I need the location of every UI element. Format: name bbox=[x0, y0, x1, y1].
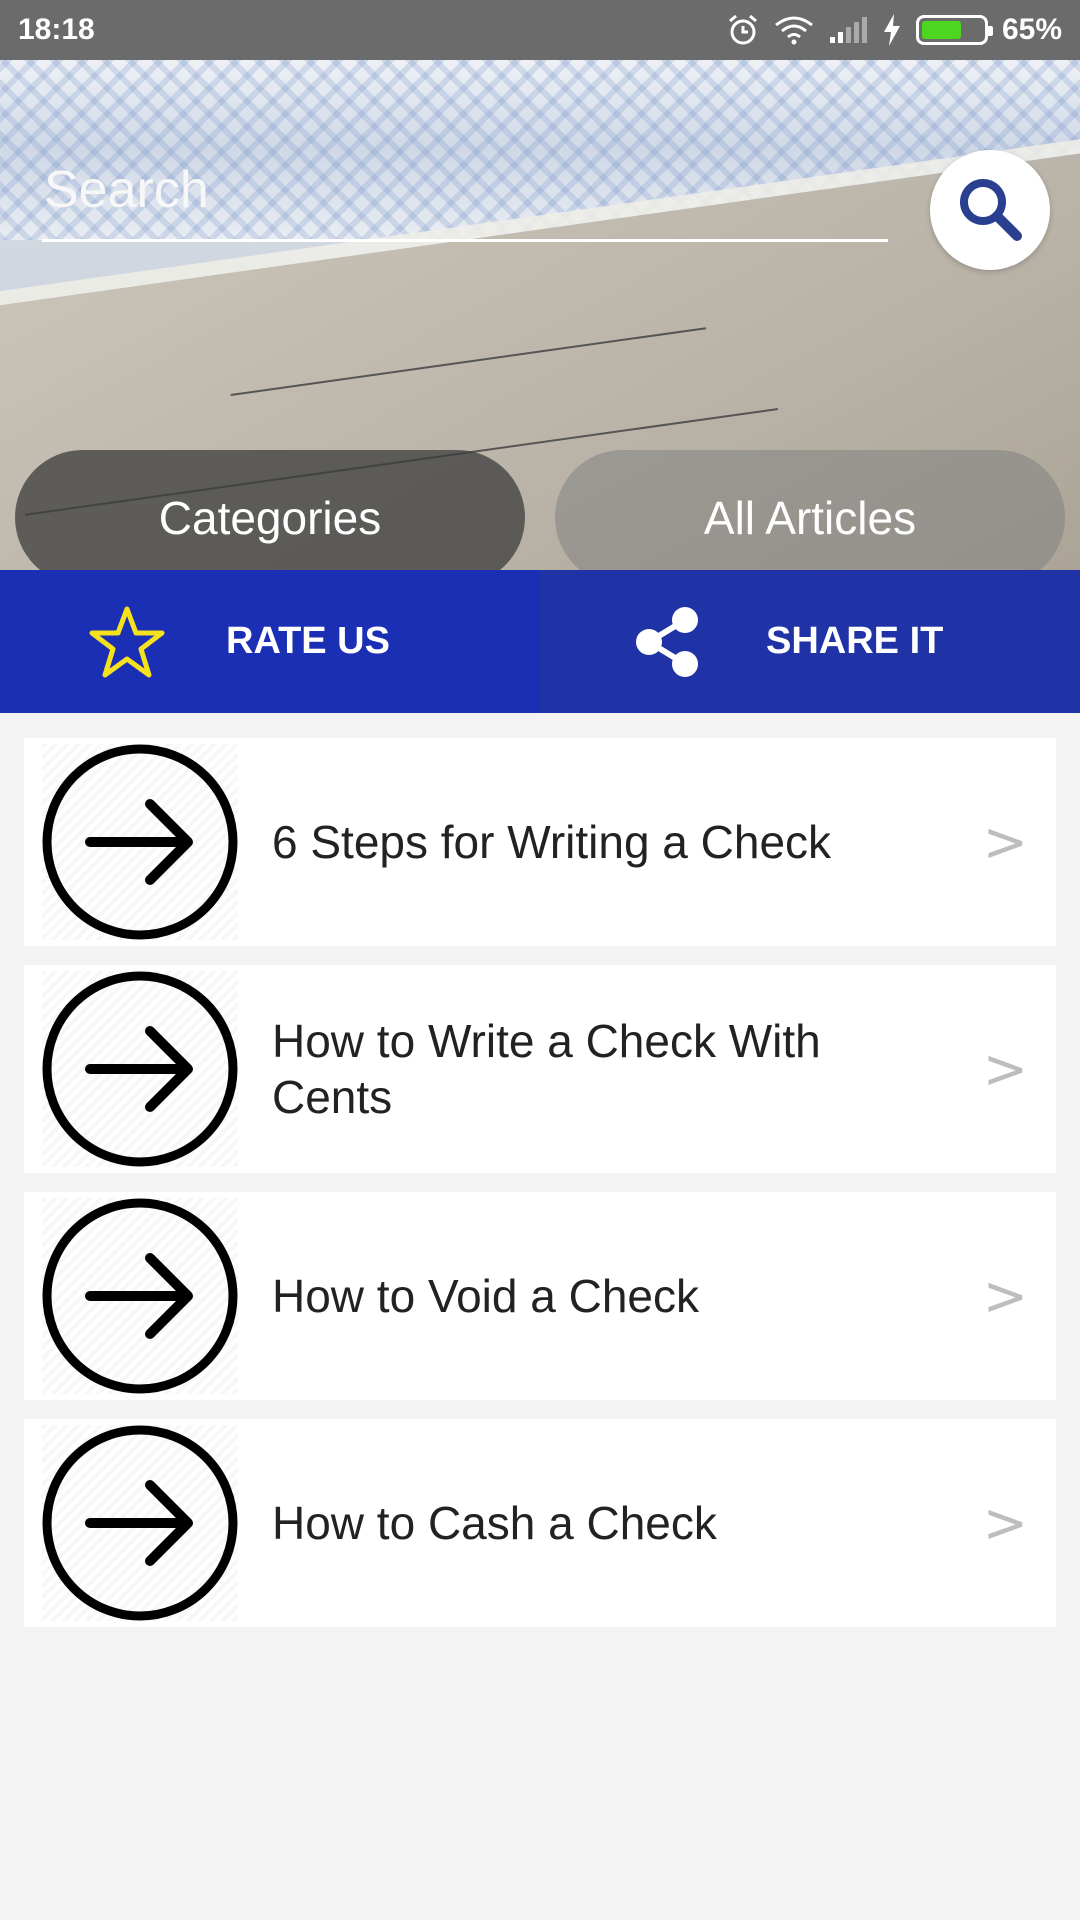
app-root: 18:18 65% Search Categories All Articles… bbox=[0, 0, 1080, 1920]
battery-icon bbox=[915, 15, 993, 45]
list-item[interactable]: How to Write a Check With Cents > bbox=[24, 965, 1056, 1173]
search-bar bbox=[42, 120, 888, 242]
list-item[interactable]: How to Void a Check > bbox=[24, 1192, 1056, 1400]
status-icons: 65% bbox=[726, 13, 1062, 47]
article-title: How to Void a Check bbox=[272, 1270, 700, 1322]
share-it-label: SHARE IT bbox=[766, 620, 944, 662]
rate-us-label: RATE US bbox=[226, 620, 390, 662]
article-title: How to Write a Check With Cents bbox=[272, 1015, 821, 1123]
status-time: 18:18 bbox=[18, 13, 95, 46]
arrow-circle-icon bbox=[42, 1425, 238, 1621]
hero-banner: Categories All Articles bbox=[0, 60, 1080, 570]
categories-button[interactable]: Categories bbox=[15, 450, 525, 570]
list-item[interactable]: How to Cash a Check > bbox=[24, 1419, 1056, 1627]
list-item[interactable]: 6 Steps for Writing a Check > bbox=[24, 738, 1056, 946]
star-icon bbox=[82, 597, 172, 687]
battery-fill bbox=[921, 21, 961, 39]
battery-percent: 65% bbox=[1001, 13, 1062, 46]
alarm-icon bbox=[726, 13, 760, 47]
status-bar: 18:18 65% bbox=[0, 0, 1080, 60]
article-list: 6 Steps for Writing a Check > How to Wri… bbox=[24, 738, 1056, 1646]
arrow-circle-icon bbox=[42, 971, 238, 1167]
all-articles-button[interactable]: All Articles bbox=[555, 450, 1065, 570]
chevron-right-icon: > bbox=[982, 1264, 1028, 1328]
chevron-right-icon: > bbox=[982, 1491, 1028, 1555]
chevron-right-icon: > bbox=[982, 1037, 1028, 1101]
arrow-circle-icon bbox=[42, 744, 238, 940]
charging-icon bbox=[882, 14, 902, 46]
wifi-icon bbox=[774, 15, 814, 45]
arrow-circle-icon bbox=[42, 1198, 238, 1394]
search-input[interactable] bbox=[42, 120, 888, 242]
search-button[interactable] bbox=[930, 150, 1050, 270]
categories-label: Categories bbox=[158, 491, 382, 544]
action-bar: RATE US SHARE IT bbox=[0, 570, 1080, 713]
article-title: How to Cash a Check bbox=[272, 1497, 717, 1549]
share-it-button[interactable]: SHARE IT bbox=[540, 570, 1080, 713]
search-icon bbox=[955, 174, 1025, 247]
all-articles-label: All Articles bbox=[703, 491, 917, 544]
signal-icon bbox=[828, 15, 868, 45]
share-icon bbox=[622, 597, 712, 687]
chevron-right-icon: > bbox=[982, 810, 1028, 874]
rate-us-button[interactable]: RATE US bbox=[0, 570, 540, 713]
article-title: 6 Steps for Writing a Check bbox=[272, 816, 832, 868]
